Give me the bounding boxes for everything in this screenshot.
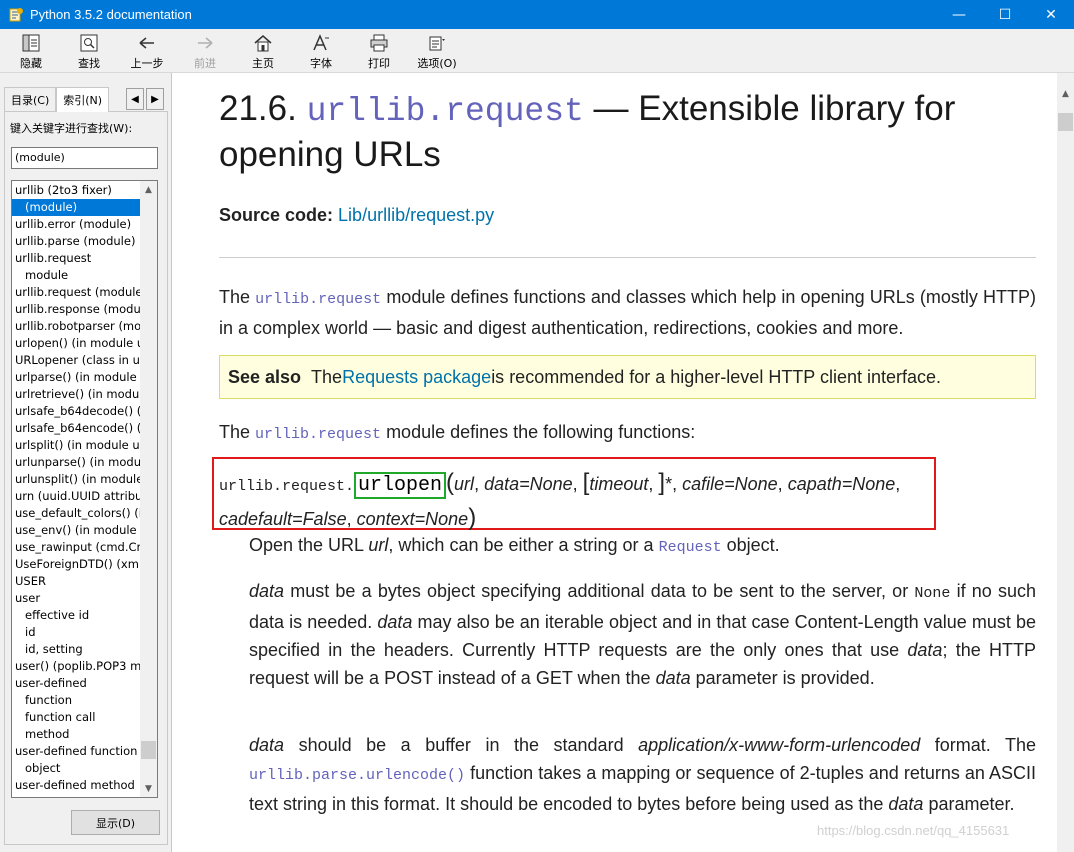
intro-paragraph: The urllib.request module defines functi… bbox=[219, 287, 1036, 338]
data-buffer-paragraph: data should be a buffer in the standard … bbox=[249, 735, 1036, 814]
index-item[interactable]: urlparse() (in module bbox=[12, 369, 141, 386]
print-button[interactable]: 打印 bbox=[350, 29, 408, 73]
home-button[interactable]: 主页 bbox=[234, 29, 292, 73]
scroll-thumb[interactable] bbox=[141, 741, 156, 759]
request-class-link[interactable]: Request bbox=[659, 539, 722, 556]
scroll-thumb[interactable] bbox=[1058, 113, 1073, 131]
find-button[interactable]: 查找 bbox=[60, 29, 118, 73]
back-arrow-icon bbox=[136, 33, 158, 53]
index-item[interactable]: urllib.parse (module) bbox=[12, 233, 141, 250]
index-item[interactable]: urlsafe_b64decode() ( bbox=[12, 403, 141, 420]
index-items: urllib (2to3 fixer) (module) urllib.error … bbox=[12, 182, 141, 794]
title-module-name: urllib.request bbox=[306, 93, 584, 130]
index-item[interactable]: id, setting bbox=[12, 641, 141, 658]
index-item[interactable]: module bbox=[12, 267, 141, 284]
close-button[interactable]: ✕ bbox=[1028, 0, 1074, 29]
index-item[interactable]: use_env() (in module c bbox=[12, 522, 141, 539]
urlopen-description: Open the URL url, which can be either a … bbox=[249, 535, 780, 556]
document-scrollbar[interactable]: ▲ bbox=[1057, 73, 1074, 852]
index-item[interactable]: urllib (2to3 fixer) bbox=[12, 182, 141, 199]
find-icon bbox=[78, 33, 100, 53]
urlopen-name-highlight: urlopen bbox=[354, 472, 447, 499]
watermark: https://blog.csdn.net/qq_4155631 bbox=[817, 823, 1010, 838]
divider bbox=[219, 257, 1036, 258]
options-icon bbox=[426, 33, 448, 53]
font-button[interactable]: 字体 bbox=[292, 29, 350, 73]
scroll-down-icon[interactable]: ▼ bbox=[140, 780, 157, 797]
options-button[interactable]: 选项(O) bbox=[408, 29, 466, 73]
index-item[interactable]: urlsafe_b64encode() ( bbox=[12, 420, 141, 437]
index-item[interactable]: urlsplit() (in module u bbox=[12, 437, 141, 454]
index-item[interactable]: urllib.robotparser (mo bbox=[12, 318, 141, 335]
index-item[interactable]: urlretrieve() (in modul bbox=[12, 386, 141, 403]
urlopen-signature: urllib.request. urlopen (url, data=None, [… bbox=[219, 469, 901, 531]
show-button[interactable]: 显示(D) bbox=[71, 810, 160, 835]
index-item[interactable]: urlunparse() (in modu bbox=[12, 454, 141, 471]
tab-scroll-left-button[interactable]: ◀ bbox=[126, 88, 144, 110]
printer-icon bbox=[368, 33, 390, 53]
window-title: Python 3.5.2 documentation bbox=[30, 7, 192, 22]
index-item[interactable]: user-defined bbox=[12, 675, 141, 692]
toolbar: 隐藏 查找 上一步 前进 主页 字体 打印 选项(O) bbox=[0, 29, 1074, 73]
index-item[interactable]: urllib.request bbox=[12, 250, 141, 267]
home-icon bbox=[252, 33, 274, 53]
requests-package-link[interactable]: Requests package bbox=[342, 367, 491, 388]
tab-scroll-right-button[interactable]: ▶ bbox=[146, 88, 164, 110]
index-item[interactable]: user bbox=[12, 590, 141, 607]
page-title: 21.6. urllib.request — Extensible librar… bbox=[219, 89, 956, 174]
index-item[interactable]: use_rawinput (cmd.Cm bbox=[12, 539, 141, 556]
module-ref[interactable]: urllib.request bbox=[255, 291, 381, 308]
scroll-up-icon[interactable]: ▲ bbox=[140, 181, 157, 198]
nav-tabs: 目录(C) 索引(N) bbox=[4, 87, 110, 112]
title-bar: Python 3.5.2 documentation — ☐ ✕ bbox=[0, 0, 1074, 29]
index-item[interactable]: URLopener (class in u bbox=[12, 352, 141, 369]
document-view: 21.6. urllib.request — Extensible librar… bbox=[177, 73, 1057, 852]
index-item[interactable]: (module) bbox=[12, 199, 141, 216]
triangle-left-icon: ◀ bbox=[131, 93, 139, 105]
python-help-icon bbox=[8, 7, 24, 23]
forward-button[interactable]: 前进 bbox=[176, 29, 234, 73]
index-item[interactable]: urlunsplit() (in module bbox=[12, 471, 141, 488]
index-item[interactable]: function call bbox=[12, 709, 141, 726]
index-item[interactable]: urllib.response (modu bbox=[12, 301, 141, 318]
maximize-button[interactable]: ☐ bbox=[982, 0, 1028, 29]
index-item[interactable]: urn (uuid.UUID attribu bbox=[12, 488, 141, 505]
index-list[interactable]: urllib (2to3 fixer) (module) urllib.error … bbox=[11, 180, 158, 798]
index-item[interactable]: object bbox=[12, 760, 141, 777]
index-item[interactable]: function bbox=[12, 692, 141, 709]
index-item[interactable]: USER bbox=[12, 573, 141, 590]
functions-intro: The urllib.request module defines the fo… bbox=[219, 422, 696, 443]
index-item[interactable]: user() (poplib.POP3 m bbox=[12, 658, 141, 675]
font-icon bbox=[310, 33, 332, 53]
triangle-right-icon: ▶ bbox=[151, 93, 159, 105]
index-item[interactable]: urlopen() (in module u bbox=[12, 335, 141, 352]
index-item[interactable]: user-defined method bbox=[12, 777, 141, 794]
tab-contents[interactable]: 目录(C) bbox=[4, 87, 57, 111]
hide-button[interactable]: 隐藏 bbox=[2, 29, 60, 73]
source-code-link[interactable]: Lib/urllib/request.py bbox=[338, 205, 494, 225]
forward-arrow-icon bbox=[194, 33, 216, 53]
tab-index[interactable]: 索引(N) bbox=[56, 87, 110, 112]
index-item[interactable]: user-defined function bbox=[12, 743, 141, 760]
index-item[interactable]: use_default_colors() (i bbox=[12, 505, 141, 522]
back-button[interactable]: 上一步 bbox=[118, 29, 176, 73]
module-ref[interactable]: urllib.request bbox=[255, 426, 381, 443]
source-code-line: Source code: Lib/urllib/request.py bbox=[219, 205, 495, 225]
search-label: 键入关键字进行查找(W): bbox=[10, 122, 133, 135]
index-item[interactable]: id bbox=[12, 624, 141, 641]
keyword-search-input[interactable]: (module) bbox=[11, 147, 158, 169]
minimize-button[interactable]: — bbox=[936, 0, 982, 29]
urlencode-link[interactable]: urllib.parse.urlencode() bbox=[249, 767, 465, 784]
index-item[interactable]: method bbox=[12, 726, 141, 743]
index-item[interactable]: effective id bbox=[12, 607, 141, 624]
hide-pane-icon bbox=[20, 33, 42, 53]
index-item[interactable]: urllib.request (module bbox=[12, 284, 141, 301]
scroll-up-icon[interactable]: ▲ bbox=[1057, 85, 1074, 102]
see-also-box: See also The Requests package is recomme… bbox=[219, 355, 1036, 399]
navigation-pane: 目录(C) 索引(N) ◀ ▶ 键入关键字进行查找(W): (module) u… bbox=[0, 73, 172, 852]
data-paragraph: data must be a bytes object specifying a… bbox=[249, 581, 1037, 688]
index-item[interactable]: UseForeignDTD() (xm bbox=[12, 556, 141, 573]
index-list-scrollbar[interactable]: ▲ ▼ bbox=[140, 181, 157, 797]
index-item[interactable]: urllib.error (module) bbox=[12, 216, 141, 233]
